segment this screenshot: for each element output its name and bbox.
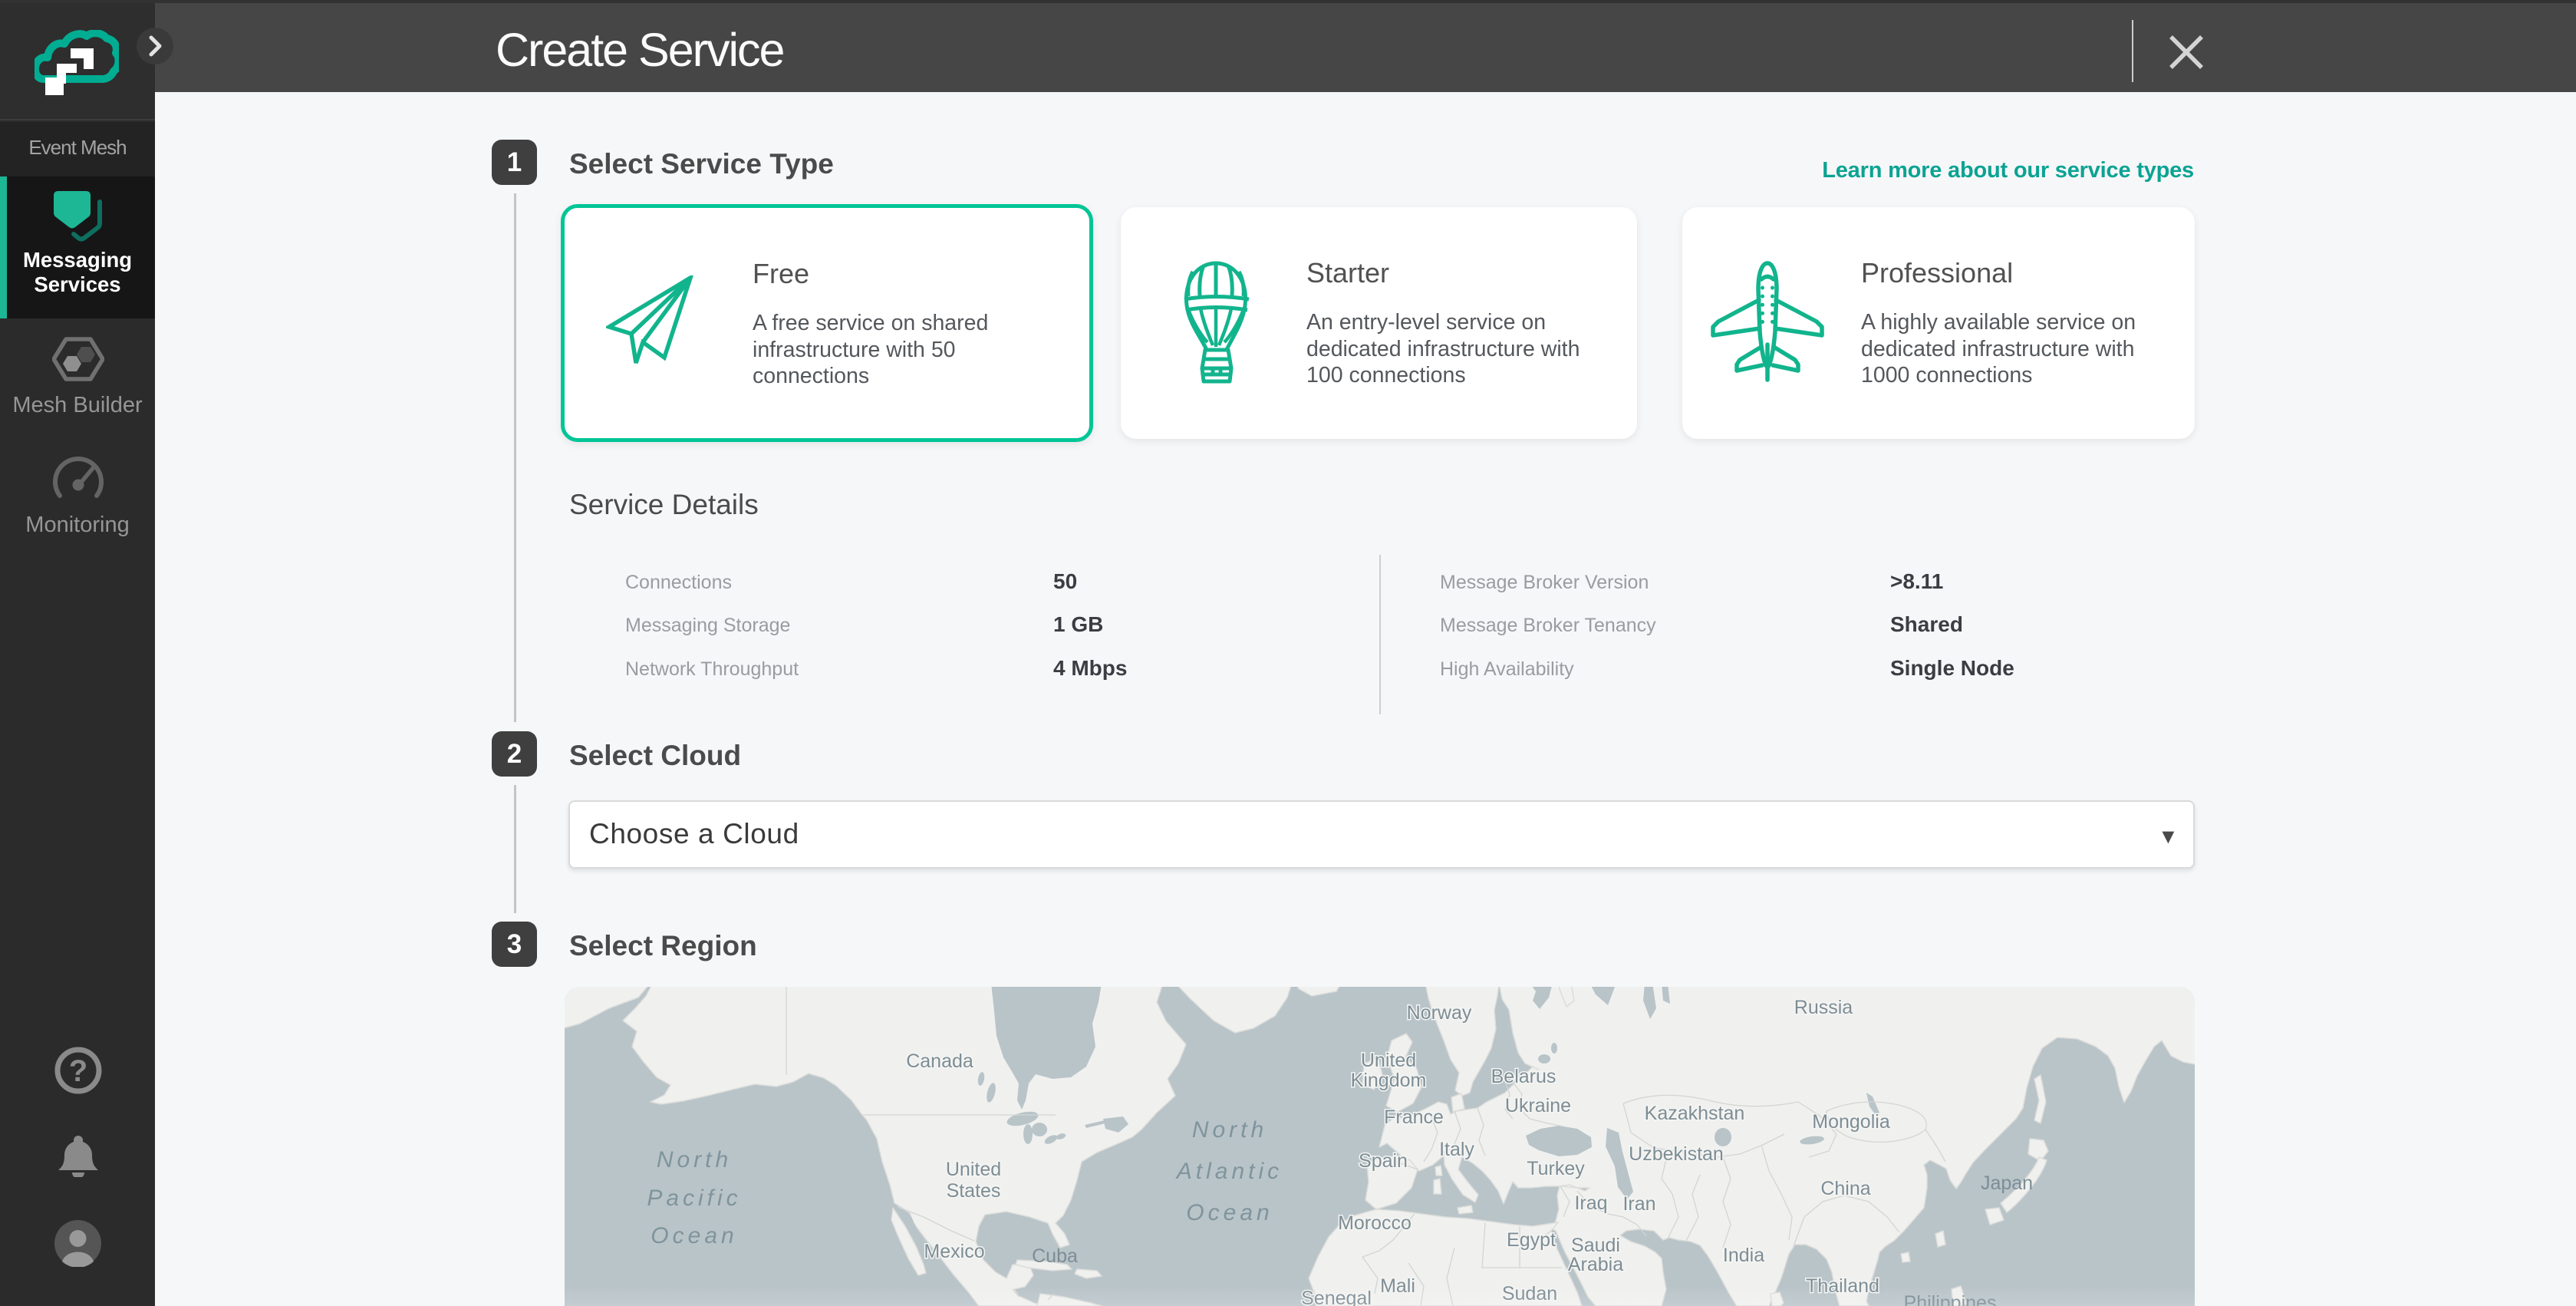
svg-text:Cuba: Cuba (1032, 1245, 1078, 1267)
svg-text:Norway: Norway (1407, 1002, 1472, 1024)
svg-text:States: States (947, 1180, 1001, 1202)
svg-text:Ukraine: Ukraine (1505, 1095, 1571, 1116)
svg-text:Morocco: Morocco (1338, 1212, 1412, 1234)
svg-text:Turkey: Turkey (1527, 1158, 1585, 1179)
svg-text:Arabia: Arabia (1568, 1254, 1623, 1275)
svg-text:Atlantic: Atlantic (1175, 1159, 1283, 1184)
svg-text:Japan: Japan (1981, 1172, 2033, 1194)
svg-text:Kazakhstan: Kazakhstan (1645, 1103, 1745, 1124)
svg-text:Russia: Russia (1794, 997, 1853, 1018)
svg-text:?: ? (69, 1054, 87, 1088)
svg-text:North: North (1192, 1117, 1267, 1143)
svg-text:Ocean: Ocean (1186, 1200, 1273, 1225)
svg-text:Canada: Canada (906, 1050, 973, 1072)
svg-text:Iran: Iran (1622, 1193, 1655, 1215)
svg-text:France: France (1384, 1106, 1444, 1128)
svg-text:Egypt: Egypt (1507, 1229, 1556, 1251)
svg-text:Mongolia: Mongolia (1812, 1111, 1890, 1133)
svg-text:Uzbekistan: Uzbekistan (1629, 1143, 1724, 1165)
svg-text:Italy: Italy (1439, 1139, 1474, 1160)
svg-text:Belarus: Belarus (1491, 1066, 1556, 1087)
svg-text:North: North (657, 1147, 732, 1172)
svg-text:Pacific: Pacific (647, 1186, 741, 1211)
svg-text:Mexico: Mexico (924, 1241, 984, 1262)
svg-text:United: United (1361, 1050, 1416, 1071)
svg-text:India: India (1723, 1245, 1764, 1266)
svg-text:Kingdom: Kingdom (1351, 1070, 1427, 1091)
svg-text:Iraq: Iraq (1574, 1192, 1607, 1214)
svg-text:United: United (946, 1159, 1001, 1180)
svg-text:China: China (1820, 1178, 1870, 1199)
svg-text:Ocean: Ocean (651, 1223, 737, 1248)
svg-text:Saudi: Saudi (1571, 1235, 1620, 1256)
svg-text:Spain: Spain (1359, 1150, 1408, 1172)
